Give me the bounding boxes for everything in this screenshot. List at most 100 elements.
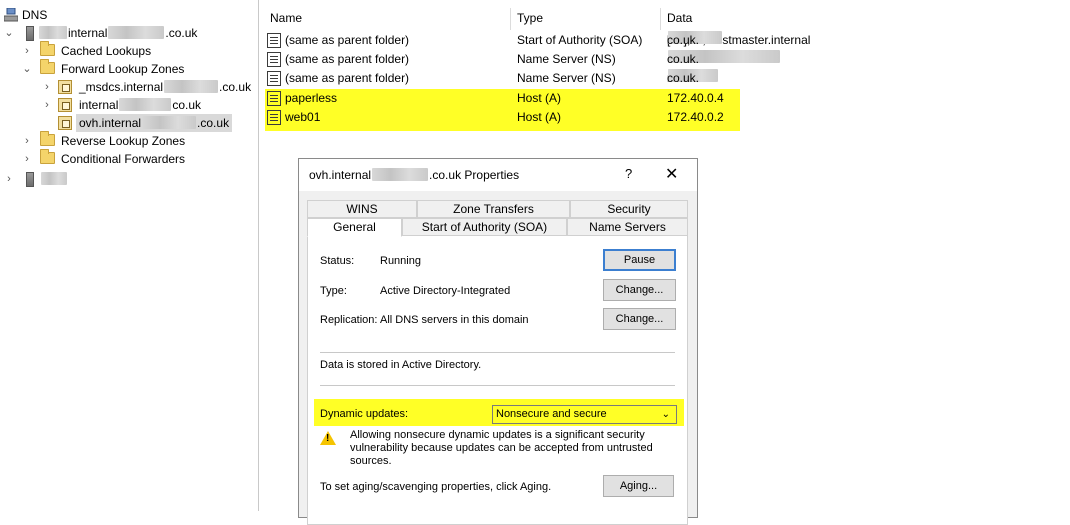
- tab-zone-transfers[interactable]: Zone Transfers: [417, 200, 570, 218]
- record-type: Host (A): [517, 91, 562, 105]
- redacted-text: [108, 26, 165, 39]
- close-icon[interactable]: ✕: [665, 164, 678, 184]
- column-header-type[interactable]: Type: [517, 8, 543, 28]
- server-icon: [26, 26, 34, 41]
- zone-properties-dialog: ovh.internal .co.uk Properties ? ✕ WINS Z…: [298, 158, 698, 525]
- record-type: Host (A): [517, 110, 562, 124]
- dns-icon: [3, 7, 19, 22]
- tree-node-dns[interactable]: DNS: [3, 6, 64, 24]
- storage-info: Data is stored in Active Directory.: [320, 359, 482, 371]
- record-name: (same as parent folder): [285, 52, 410, 66]
- tree-node-cached-lookups[interactable]: › Cached Lookups: [22, 41, 222, 60]
- record-name: paperless: [285, 91, 338, 105]
- dynamic-updates-select[interactable]: Nonsecure and secure ⌄: [492, 405, 677, 424]
- dialog-title-prefix: ovh.internal: [309, 168, 372, 182]
- tree-node-msdcs-zone[interactable]: › _msdcs.internal .co.uk: [40, 78, 252, 96]
- tree-label-cached-lookups: Cached Lookups: [61, 44, 152, 58]
- status-value: Running: [380, 255, 421, 267]
- type-label: Type:: [320, 285, 347, 297]
- zone-icon: [58, 98, 72, 112]
- redacted-text: [372, 168, 429, 181]
- tab-name-servers[interactable]: Name Servers: [567, 218, 688, 236]
- tree-label-server: internal: [68, 26, 108, 40]
- record-name: (same as parent folder): [285, 71, 410, 85]
- chevron-right-icon[interactable]: ›: [4, 170, 14, 188]
- tree-label-server-tld: .co.uk: [165, 26, 198, 40]
- dynamic-updates-value: Nonsecure and secure: [496, 408, 607, 420]
- help-icon[interactable]: ?: [625, 166, 632, 181]
- aging-info: To set aging/scavenging properties, clic…: [320, 481, 552, 493]
- column-divider[interactable]: [660, 8, 661, 30]
- record-data: 172.40.0.4: [667, 91, 724, 105]
- redacted-text: [41, 172, 67, 185]
- dialog-title-suffix: .co.uk Properties: [429, 168, 520, 182]
- replication-value: All DNS servers in this domain: [380, 314, 529, 326]
- dialog-titlebar[interactable]: ovh.internal .co.uk Properties ? ✕: [299, 159, 697, 191]
- folder-icon: [40, 41, 55, 56]
- status-label: Status:: [320, 255, 355, 267]
- tree-node-server[interactable]: ⌄ internal .co.uk: [4, 24, 244, 42]
- record-type: Name Server (NS): [517, 52, 616, 66]
- folder-icon: [40, 149, 55, 164]
- record-data-part: co.uk.: [667, 71, 700, 85]
- divider: [320, 352, 675, 353]
- tree-label-dns: DNS: [22, 8, 48, 22]
- tab-start-of-authority[interactable]: Start of Authority (SOA): [402, 218, 567, 236]
- console-tree: DNS ⌄ internal .co.uk › Cached Lookups ⌄ …: [0, 0, 259, 511]
- tab-security[interactable]: Security: [570, 200, 688, 218]
- server-icon: [26, 172, 34, 187]
- chevron-down-icon: ⌄: [661, 409, 670, 420]
- tree-label-msdcs: _msdcs.internal: [79, 80, 164, 94]
- tree-label-msdcs-tld: .co.uk: [219, 80, 252, 94]
- chevron-right-icon[interactable]: ›: [22, 150, 32, 168]
- redacted-text: [39, 26, 67, 39]
- record-data: 172.40.0.2: [667, 110, 724, 124]
- table-row[interactable]: (same as parent folder) Start of Authori…: [262, 31, 1062, 50]
- record-data-part: co.uk.: [667, 33, 700, 47]
- table-row[interactable]: paperless Host (A) 172.40.0.4: [262, 89, 732, 108]
- record-icon: [267, 91, 281, 106]
- table-row[interactable]: web01 Host (A) 172.40.0.2: [262, 108, 732, 127]
- column-header-name[interactable]: Name: [270, 8, 302, 28]
- column-header-data[interactable]: Data: [667, 8, 692, 28]
- warning-text: Allowing nonsecure dynamic updates is a …: [350, 429, 653, 467]
- tree-node-server2[interactable]: ›: [4, 170, 84, 188]
- tree-node-reverse-lookup-zones[interactable]: › Reverse Lookup Zones: [22, 131, 222, 150]
- replication-label: Replication:: [320, 314, 378, 326]
- chevron-right-icon[interactable]: ›: [22, 42, 32, 60]
- zone-icon: [58, 116, 72, 130]
- tree-label-ovh-tld: .co.uk: [197, 116, 230, 130]
- change-type-button[interactable]: Change...: [603, 279, 676, 301]
- tree-node-forward-lookup-zones[interactable]: ⌄ Forward Lookup Zones: [22, 59, 222, 78]
- tree-node-ovh-zone[interactable]: ovh.internal .co.uk: [40, 114, 233, 132]
- chevron-right-icon[interactable]: ›: [42, 78, 52, 96]
- redacted-text: [142, 116, 197, 129]
- tree-label-forward-lookup-zones: Forward Lookup Zones: [61, 62, 185, 76]
- chevron-down-icon[interactable]: ⌄: [22, 60, 32, 78]
- aging-button[interactable]: Aging...: [603, 475, 674, 497]
- chevron-right-icon[interactable]: ›: [22, 132, 32, 150]
- change-replication-button[interactable]: Change...: [603, 308, 676, 330]
- tab-wins[interactable]: WINS: [307, 200, 417, 218]
- type-value: Active Directory-Integrated: [380, 285, 511, 297]
- warning-icon: [320, 431, 336, 445]
- tree-label-internal-tld: co.uk: [172, 98, 202, 112]
- tree-label-reverse-lookup-zones: Reverse Lookup Zones: [61, 134, 186, 148]
- divider: [320, 385, 675, 386]
- record-type: Start of Authority (SOA): [517, 33, 643, 47]
- record-icon: [267, 52, 281, 67]
- record-name: (same as parent folder): [285, 33, 410, 47]
- dynamic-updates-label: Dynamic updates:: [320, 408, 409, 420]
- record-icon: [267, 33, 281, 48]
- tree-node-internal-zone[interactable]: › internal co.uk: [40, 96, 220, 114]
- chevron-down-icon[interactable]: ⌄: [4, 24, 14, 42]
- tree-label-ovh: ovh.internal: [79, 116, 142, 130]
- tab-general[interactable]: General: [307, 218, 402, 237]
- redacted-text: [119, 98, 172, 111]
- table-row[interactable]: (same as parent folder) Name Server (NS)…: [262, 69, 1062, 88]
- chevron-right-icon[interactable]: ›: [42, 96, 52, 114]
- pause-button[interactable]: Pause: [603, 249, 676, 271]
- tree-node-conditional-forwarders[interactable]: › Conditional Forwarders: [22, 149, 222, 168]
- table-row[interactable]: (same as parent folder) Name Server (NS)…: [262, 50, 1062, 69]
- column-divider[interactable]: [510, 8, 511, 30]
